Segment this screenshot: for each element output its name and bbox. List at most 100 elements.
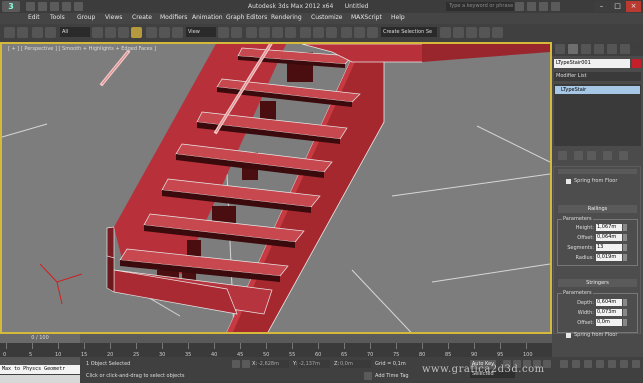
help-icon[interactable] (551, 2, 560, 11)
object-color-swatch[interactable] (632, 59, 641, 68)
menu-graph-editors[interactable]: Graph Editors (226, 14, 267, 21)
render-setup-icon[interactable] (466, 27, 477, 38)
motion-tab-icon[interactable] (594, 44, 604, 54)
menu-rendering[interactable]: Rendering (271, 14, 302, 21)
unlink-icon[interactable] (45, 27, 56, 38)
menu-help[interactable]: Help (391, 14, 405, 21)
time-tag-icon[interactable] (364, 372, 372, 380)
edit-named-selection-icon[interactable] (300, 27, 311, 38)
menu-modifiers[interactable]: Modifiers (160, 14, 187, 21)
scale-icon[interactable] (172, 27, 183, 38)
star-icon[interactable] (539, 2, 548, 11)
y-coordinate-field[interactable]: -2,137m (298, 360, 330, 368)
field-of-view-icon[interactable] (596, 360, 604, 368)
stringers-rollout-header[interactable]: Stringers (558, 279, 637, 287)
remove-modifier-icon[interactable] (603, 151, 612, 160)
pin-stack-icon[interactable] (558, 151, 567, 160)
time-slider-track[interactable] (0, 334, 552, 343)
save-file-icon[interactable] (50, 2, 59, 11)
configure-modifier-sets-icon[interactable] (619, 151, 628, 160)
zoom-icon[interactable] (560, 360, 568, 368)
object-name-field[interactable]: LTypeStair001 (554, 59, 630, 68)
move-icon[interactable] (146, 27, 157, 38)
select-by-name-icon[interactable] (105, 27, 116, 38)
railing-radius-spinner[interactable] (623, 254, 627, 261)
redo-icon[interactable] (17, 27, 28, 38)
lock-selection-icon[interactable] (232, 360, 240, 368)
select-manipulate-icon[interactable] (231, 27, 242, 38)
rendered-frame-icon[interactable] (479, 27, 490, 38)
align-icon[interactable] (326, 27, 337, 38)
graphite-ribbon-icon[interactable] (354, 27, 365, 38)
new-file-icon[interactable] (26, 2, 35, 11)
menu-group[interactable]: Group (77, 14, 95, 21)
menu-customize[interactable]: Customize (311, 14, 343, 21)
timeline-track[interactable]: 0 5 10 15 20 25 30 35 40 45 50 55 60 65 70 75 80 85 90 95 10… (0, 343, 552, 358)
zoom-all-icon[interactable] (572, 360, 580, 368)
snaps-toggle-icon[interactable] (246, 27, 257, 38)
x-coordinate-field[interactable]: -2,628m (257, 360, 289, 368)
rectangular-selection-icon[interactable] (118, 27, 129, 38)
railing-offset-spinner[interactable] (623, 234, 627, 241)
open-file-icon[interactable] (38, 2, 47, 11)
menu-views[interactable]: Views (105, 14, 122, 21)
maximize-viewport-icon[interactable] (632, 360, 640, 368)
curve-editor-icon[interactable] (367, 27, 378, 38)
maxscript-listener-top[interactable] (0, 357, 80, 365)
stack-item-ltypestair[interactable]: LTypeStair (555, 86, 640, 94)
minimize-button[interactable]: – (594, 1, 609, 12)
stringer-width-spinner[interactable] (623, 309, 627, 316)
menu-edit[interactable]: Edit (28, 14, 40, 21)
undo-icon[interactable] (4, 27, 15, 38)
material-editor-icon[interactable] (453, 27, 464, 38)
named-selection-dropdown[interactable]: Create Selection Se (381, 27, 437, 37)
stringer-width-input[interactable]: 0,073m (596, 309, 622, 316)
menu-animation[interactable]: Animation (192, 14, 223, 21)
railing-segments-spinner[interactable] (623, 244, 627, 251)
orbit-icon[interactable] (620, 360, 628, 368)
railing-height-input[interactable]: 1,067m (596, 224, 622, 231)
undo-icon[interactable] (62, 2, 71, 11)
mirror-icon[interactable] (313, 27, 324, 38)
modifier-list-dropdown[interactable]: Modifier List (554, 72, 641, 81)
spring-from-floor-checkbox-top[interactable] (566, 179, 571, 184)
maxscript-output[interactable] (0, 375, 80, 383)
stringer-depth-spinner[interactable] (623, 299, 627, 306)
maxscript-mini-listener[interactable]: Max to Physcs Geometr (0, 365, 80, 374)
spinner-snap-icon[interactable] (285, 27, 296, 38)
angle-snap-icon[interactable] (259, 27, 270, 38)
reference-coordinate-dropdown[interactable]: View (186, 27, 216, 37)
percent-snap-icon[interactable] (272, 27, 283, 38)
info-center-icon[interactable] (527, 2, 536, 11)
z-coordinate-field[interactable]: 0,0m (339, 360, 371, 368)
stringer-depth-input[interactable]: 0,604m (596, 299, 622, 306)
app-logo-icon[interactable]: 3 (2, 1, 20, 12)
close-button[interactable]: × (626, 1, 641, 12)
railings-rollout-header[interactable]: Railings (558, 205, 637, 213)
railing-height-spinner[interactable] (623, 224, 627, 231)
railing-radius-input[interactable]: 0,019m (596, 254, 622, 261)
window-crossing-icon[interactable] (131, 27, 142, 38)
stringer-offset-input[interactable]: 0,0m (596, 319, 622, 326)
display-tab-icon[interactable] (607, 44, 617, 54)
pan-view-icon[interactable] (608, 360, 616, 368)
railing-segments-input[interactable]: 13 (596, 244, 622, 251)
selection-filter-dropdown[interactable]: All (60, 27, 90, 37)
utilities-tab-icon[interactable] (620, 44, 630, 54)
stringer-offset-spinner[interactable] (623, 319, 627, 326)
add-time-tag-button[interactable]: Add Time Tag (375, 373, 409, 379)
link-icon[interactable] (32, 27, 43, 38)
create-tab-icon[interactable] (555, 44, 565, 54)
maximize-button[interactable]: □ (610, 1, 625, 12)
rotate-icon[interactable] (159, 27, 170, 38)
menu-tools[interactable]: Tools (50, 14, 65, 21)
menu-create[interactable]: Create (132, 14, 152, 21)
absolute-mode-icon[interactable] (242, 360, 250, 368)
make-unique-icon[interactable] (587, 151, 596, 160)
help-search-input[interactable]: Type a keyword or phrase (446, 2, 514, 11)
hierarchy-tab-icon[interactable] (581, 44, 591, 54)
modify-tab-icon[interactable] (568, 44, 578, 54)
redo-icon[interactable] (74, 2, 83, 11)
select-object-icon[interactable] (92, 27, 103, 38)
render-production-icon[interactable] (492, 27, 503, 38)
